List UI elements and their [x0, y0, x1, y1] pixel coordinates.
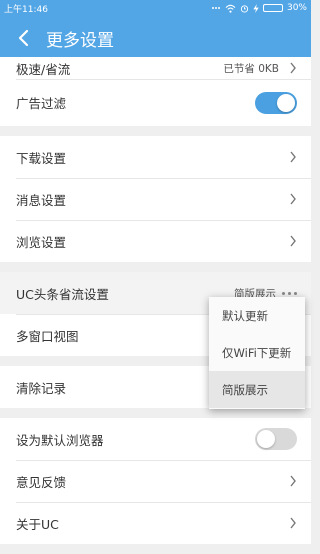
row-label: 消息设置	[16, 192, 67, 208]
chevron-right-icon	[290, 475, 296, 487]
section-gap	[0, 126, 311, 136]
menu-option-default-update[interactable]: 默认更新	[209, 297, 305, 334]
row-label: 设为默认浏览器	[16, 432, 104, 448]
chevron-right-icon	[290, 62, 296, 74]
menu-option-wifi-only[interactable]: 仅WiFi下更新	[209, 334, 305, 371]
row-speed-saving[interactable]: 极速/省流 已节省 0KB	[0, 57, 311, 79]
row-label: 意见反馈	[16, 474, 67, 490]
group-traffic: 极速/省流 已节省 0KB 广告过滤	[0, 57, 311, 126]
signal-dots-icon	[211, 7, 220, 9]
section-gap	[0, 408, 311, 418]
battery-icon	[262, 4, 283, 12]
chevron-right-icon	[290, 151, 296, 163]
page-title: 更多设置	[46, 30, 114, 51]
toggle-knob	[277, 93, 295, 112]
ad-filter-toggle[interactable]	[255, 91, 297, 114]
row-label: 关于UC	[16, 516, 59, 532]
wifi-icon	[225, 4, 236, 13]
row-label: 下载设置	[16, 150, 67, 166]
more-dots-icon	[282, 291, 297, 295]
row-feedback[interactable]: 意见反馈	[0, 460, 311, 502]
row-label: 极速/省流	[16, 61, 71, 77]
charging-icon	[253, 3, 259, 13]
row-default-browser: 设为默认浏览器	[0, 418, 311, 460]
row-message-settings[interactable]: 消息设置	[0, 178, 311, 220]
group-settings: 下载设置 消息设置 浏览设置	[0, 136, 311, 262]
back-arrow-icon	[18, 29, 29, 47]
alarm-icon	[240, 4, 249, 13]
battery-percent: 30%	[286, 3, 307, 13]
headline-mode-menu: 默认更新 仅WiFi下更新 简版展示	[209, 297, 305, 409]
row-label: 浏览设置	[16, 234, 67, 250]
row-browse-settings[interactable]: 浏览设置	[0, 220, 311, 262]
status-bar: 上午11:46 30%	[0, 0, 311, 16]
back-button[interactable]	[0, 16, 46, 60]
title-bar: 更多设置	[0, 16, 311, 60]
menu-option-simple-view[interactable]: 简版展示	[209, 371, 305, 408]
row-label: 广告过滤	[16, 96, 67, 111]
chevron-right-icon	[290, 235, 296, 247]
chevron-right-icon	[290, 517, 296, 529]
section-gap	[0, 262, 311, 272]
row-about-uc[interactable]: 关于UC	[0, 502, 311, 544]
default-browser-toggle[interactable]	[255, 428, 297, 450]
toggle-knob	[257, 430, 275, 448]
saved-data-value: 已节省 0KB	[223, 62, 279, 75]
group-about: 设为默认浏览器 意见反馈 关于UC	[0, 418, 311, 544]
status-icons: 30%	[211, 3, 307, 13]
row-label: UC头条省流设置	[16, 286, 109, 302]
chevron-right-icon	[290, 193, 296, 205]
row-download-settings[interactable]: 下载设置	[0, 136, 311, 178]
row-ad-filter: 广告过滤	[0, 79, 311, 126]
status-time: 上午11:46	[4, 4, 48, 15]
